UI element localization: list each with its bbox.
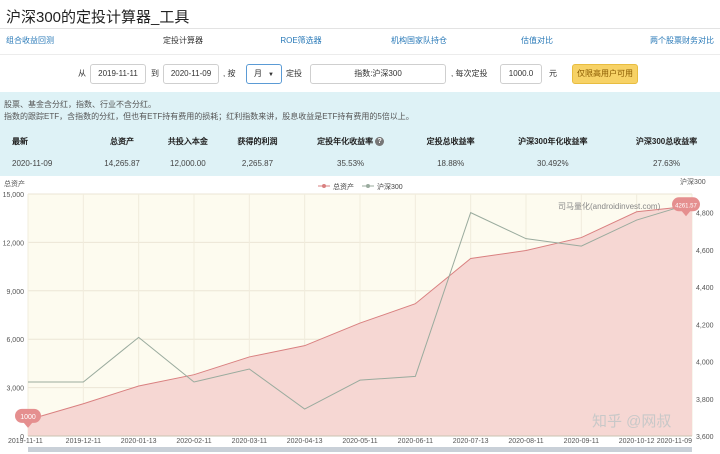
x-tick-label: 2020-10-12 bbox=[619, 438, 655, 445]
value-index-annual-return: 30.492% bbox=[537, 158, 569, 168]
y-left-axis-title: 总资产 bbox=[4, 179, 25, 188]
value-index-total-return: 27.63% bbox=[653, 158, 681, 168]
y-right-tick-label: 3,600 bbox=[696, 434, 714, 441]
y-right-tick-label: 4,800 bbox=[696, 211, 714, 218]
zoom-scrollbar[interactable] bbox=[28, 447, 692, 452]
value-principal: 12,000.00 bbox=[170, 158, 206, 168]
y-left-tick-label: 12,000 bbox=[3, 240, 25, 247]
x-tick-label: 2020-03-11 bbox=[232, 438, 267, 445]
note-etf: 指数的跟踪ETF，含指数的分红，但也有ETF持有费用的损耗；红利指数来讲，股息收… bbox=[4, 112, 414, 121]
note-dividends: 股票、基金含分红，指数、行业不含分红。 bbox=[4, 100, 156, 109]
x-tick-label: 2020-06-11 bbox=[398, 438, 433, 445]
y-left-tick-label: 3,000 bbox=[6, 386, 24, 393]
legend-label-total-assets[interactable]: 总资产 bbox=[333, 182, 354, 191]
header-dca-total-return: 定投总收益率 bbox=[426, 136, 475, 146]
nav-stock-finance-compare[interactable]: 两个股票财务对比 bbox=[596, 30, 720, 52]
title-divider bbox=[0, 28, 720, 29]
invest-label: 定投 bbox=[286, 69, 302, 78]
value-profit: 2,265.87 bbox=[241, 158, 274, 168]
y-right-tick-label: 4,600 bbox=[696, 248, 714, 255]
header-dca-annual-label: 定投年化收益率 bbox=[317, 136, 374, 146]
y-right-axis-title: 沪深300 bbox=[680, 177, 706, 186]
to-label: 到 bbox=[151, 69, 159, 78]
x-tick-label: 2020-09-11 bbox=[564, 438, 599, 445]
nav-portfolio-backtest[interactable]: 组合收益回测 bbox=[0, 30, 124, 52]
tool-nav: 组合收益回测 定投计算器 ROE筛选器 机构国家队持仓 估值对比 两个股票财务对… bbox=[0, 30, 720, 52]
legend-dot-total-assets bbox=[322, 184, 326, 188]
x-tick-label: 2020-02-11 bbox=[176, 438, 211, 445]
header-profit: 获得的利润 bbox=[237, 136, 278, 146]
nav-dca-calculator[interactable]: 定投计算器 bbox=[124, 30, 242, 52]
watermark-text: 司马量化(androidinvest.com) bbox=[558, 201, 661, 211]
x-tick-label: 2020-11-09 bbox=[657, 438, 692, 445]
x-tick-label: 2020-08-11 bbox=[508, 438, 543, 445]
period-select[interactable]: 月 ▼ bbox=[246, 64, 282, 84]
nav-divider bbox=[0, 54, 720, 55]
header-index-total-return: 沪深300总收益率 bbox=[635, 136, 698, 146]
help-icon[interactable]: ? bbox=[375, 136, 385, 146]
nav-valuation-compare[interactable]: 估值对比 bbox=[478, 30, 596, 52]
x-tick-label: 2019-11-11 bbox=[8, 438, 43, 445]
period-label: , 按 bbox=[223, 69, 236, 78]
header-principal: 共投入本金 bbox=[167, 136, 208, 146]
header-latest: 最新 bbox=[12, 136, 28, 146]
dca-form: 从 2019-11-11 到 2020-11-09 , 按 月 ▼ 定投 指数:沪… bbox=[0, 62, 720, 86]
x-tick-label: 2020-07-13 bbox=[453, 438, 489, 445]
index-input[interactable]: 指数:沪深300 bbox=[310, 64, 446, 84]
amount-input[interactable]: 1000.0 bbox=[500, 64, 542, 84]
header-total-assets: 总资产 bbox=[110, 136, 135, 146]
nav-institution-holdings[interactable]: 机构国家队持仓 bbox=[360, 30, 478, 52]
y-left-tick-label: 15,000 bbox=[3, 192, 25, 199]
x-tick-label: 2020-05-11 bbox=[342, 438, 377, 445]
y-right-tick-label: 4,200 bbox=[696, 322, 714, 329]
end-date-input[interactable]: 2020-11-09 bbox=[163, 64, 219, 84]
stats-table: 最新 总资产 共投入本金 获得的利润 定投年化收益率? 定投总收益率 沪深300… bbox=[0, 130, 720, 174]
start-date-input[interactable]: 2019-11-11 bbox=[90, 64, 146, 84]
value-latest-date: 2020-11-09 bbox=[12, 158, 53, 168]
end-marker-label: 4261.57 bbox=[675, 203, 697, 209]
y-left-tick-label: 6,000 bbox=[6, 337, 24, 344]
currency-unit: 元 bbox=[549, 69, 557, 78]
y-right-tick-label: 3,800 bbox=[696, 397, 714, 404]
x-tick-label: 2019-12-11 bbox=[66, 438, 101, 445]
value-dca-total-return: 18.88% bbox=[437, 158, 465, 168]
legend-label-index[interactable]: 沪深300 bbox=[377, 182, 403, 191]
stats-value-row: 2020-11-09 14,265.87 12,000.00 2,265.87 … bbox=[0, 152, 720, 174]
period-value: 月 bbox=[254, 69, 263, 78]
value-total-assets: 14,265.87 bbox=[104, 158, 140, 168]
stats-header-row: 最新 总资产 共投入本金 获得的利润 定投年化收益率? 定投总收益率 沪深300… bbox=[0, 130, 720, 152]
page-title: 沪深300的定投计算器_工具 bbox=[6, 9, 190, 26]
value-dca-annual-return: 35.53% bbox=[337, 158, 365, 168]
legend-dot-index bbox=[366, 184, 370, 188]
header-dca-annual-return: 定投年化收益率? bbox=[292, 130, 409, 152]
chevron-down-icon: ▼ bbox=[268, 72, 274, 78]
vip-button[interactable]: 仅限高用户可用 bbox=[572, 64, 638, 84]
x-tick-label: 2020-01-13 bbox=[121, 438, 157, 445]
start-marker-label: 1000 bbox=[20, 414, 36, 421]
y-right-tick-label: 4,400 bbox=[696, 285, 714, 292]
header-index-annual-return: 沪深300年化收益率 bbox=[518, 136, 588, 146]
y-right-tick-label: 4,000 bbox=[696, 360, 714, 367]
dca-chart[interactable]: 03,0006,0009,00012,00015,0003,6003,8004,… bbox=[0, 176, 720, 454]
amount-label: , 每次定投 bbox=[451, 69, 488, 78]
from-label: 从 bbox=[78, 69, 86, 78]
brand-watermark: 知乎 @网叔 bbox=[592, 413, 671, 430]
nav-roe-screener[interactable]: ROE筛选器 bbox=[242, 30, 360, 52]
y-left-tick-label: 9,000 bbox=[6, 289, 24, 296]
x-tick-label: 2020-04-13 bbox=[287, 438, 323, 445]
